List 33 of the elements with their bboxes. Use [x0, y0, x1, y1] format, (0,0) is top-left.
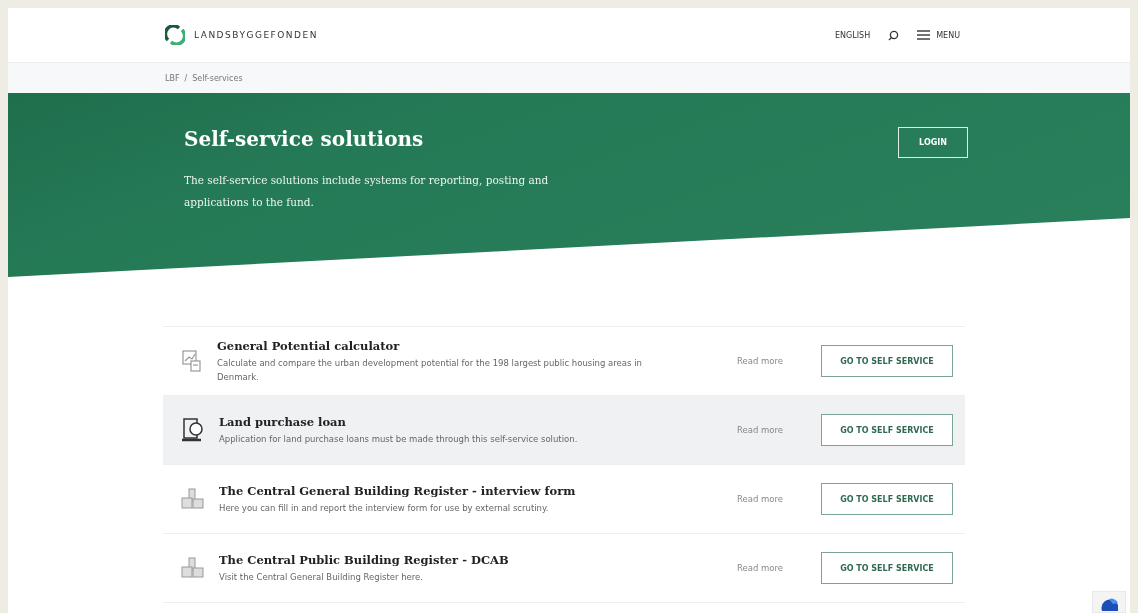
menu-button[interactable]: MENU — [917, 30, 960, 40]
login-button[interactable]: LOGIN — [898, 127, 968, 158]
self-service-button[interactable]: GO TO SELF SERVICE — [821, 552, 953, 584]
breadcrumb-separator: / — [184, 73, 188, 83]
self-service-button[interactable]: GO TO SELF SERVICE — [821, 483, 953, 515]
search-icon[interactable] — [888, 29, 900, 41]
logo-icon — [165, 25, 185, 45]
breadcrumb-link[interactable]: Self-services — [192, 73, 243, 83]
service-title: The Central Public Building Register - DCAB — [219, 552, 510, 567]
read-more-link[interactable]: Read more — [736, 563, 783, 573]
language-link[interactable]: ENGLISH — [835, 30, 871, 40]
page-title: Self-service solutions — [184, 127, 425, 151]
breadcrumb-link[interactable]: LBF — [165, 73, 180, 83]
service-description: Calculate and compare the urban development potential for the 198 largest public housing areas in Denmark. — [217, 356, 643, 384]
hero-text: The self-service solutions include systems for reporting, posting and applications to the fund. — [184, 173, 550, 210]
logo-text: LANDSBYGGEFONDEN — [194, 30, 318, 40]
menu-icon — [917, 30, 931, 40]
read-more-link[interactable]: Read more — [736, 425, 783, 435]
building-icon — [181, 488, 205, 510]
self-service-button[interactable]: GO TO SELF SERVICE — [821, 345, 953, 377]
read-more-link[interactable]: Read more — [736, 356, 783, 366]
building-icon — [181, 557, 205, 579]
service-description: Application for land purchase loans must be made through this self-service solution. — [219, 432, 579, 446]
self-service-button[interactable]: GO TO SELF SERVICE — [821, 414, 953, 446]
service-description: Visit the Central General Building Register here. — [219, 570, 425, 584]
service-row[interactable]: Land purchase loan Application for land purchase loans must be made through this self-service solution. Read more GO TO SELF SERVICE — [163, 396, 965, 465]
read-more-link[interactable]: Read more — [736, 494, 783, 504]
document-coin-icon — [181, 417, 205, 443]
service-title: The Central General Building Register - interview form — [219, 483, 577, 498]
service-description: Here you can fill in and report the interview form for use by external scrutiny. — [219, 501, 550, 515]
service-title: General Potential calculator — [217, 338, 401, 353]
chart-document-icon — [181, 349, 203, 373]
service-title: Land purchase loan — [219, 414, 347, 429]
